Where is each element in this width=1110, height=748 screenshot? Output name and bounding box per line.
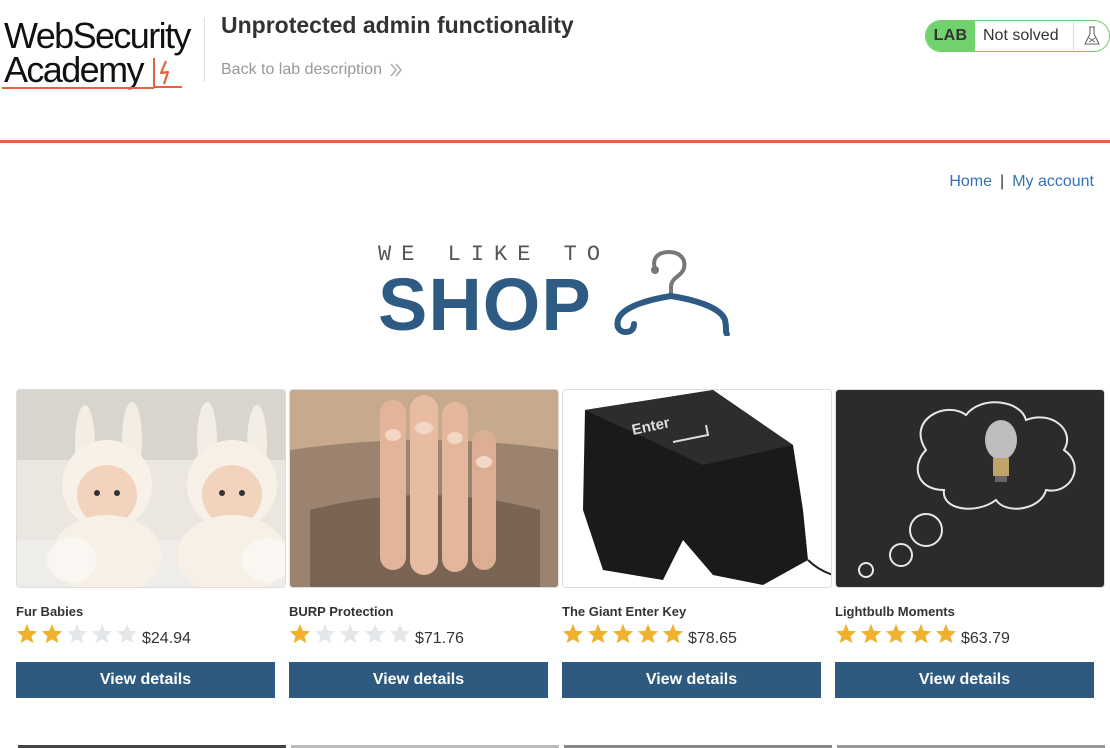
product-card: Lightbulb Moments $63.79 View details [835,389,1105,698]
star-empty-icon [389,623,411,644]
product-name: The Giant Enter Key [562,604,687,619]
product-rating [289,623,411,644]
view-details-button[interactable]: View details [562,662,821,698]
star-empty-icon [66,623,88,644]
star-empty-icon [91,623,113,644]
product-card: BURP Protection $71.76 View details [289,389,559,698]
product-price: $24.94 [142,630,191,647]
nav-separator: | [1000,173,1005,190]
star-empty-icon [339,623,361,644]
product-card: Enter The Giant Enter Key $78.65 View de… [562,389,832,698]
lab-badge: LAB [926,21,975,51]
home-link[interactable]: Home [949,173,992,190]
back-link-label: Back to lab description [221,61,382,78]
academy-logo[interactable]: WebSecurity Academy [2,14,202,94]
product-price: $78.65 [688,630,737,647]
shop-banner: WE LIKE TO SHOP [378,238,738,342]
product-price: $63.79 [961,630,1010,647]
star-empty-icon [116,623,138,644]
star-empty-icon [364,623,386,644]
flask-icon [1073,21,1109,51]
star-filled-icon [662,623,684,644]
star-filled-icon [562,623,584,644]
product-card: Fur Babies $24.94 View details [16,389,286,698]
star-filled-icon [835,623,857,644]
star-filled-icon [885,623,907,644]
product-image-burp-protection [289,389,559,588]
star-filled-icon [16,623,38,644]
my-account-link[interactable]: My account [1012,173,1094,190]
product-rating [16,623,138,644]
header: WebSecurity Academy Unprotected admin fu… [0,0,1110,143]
product-image-lightbulb-moments [835,389,1105,588]
logo-text-line2: Academy [4,49,144,90]
product-name: Fur Babies [16,604,84,619]
lab-status-text: Not solved [983,27,1059,44]
back-to-lab-description-link[interactable]: Back to lab description [221,61,402,79]
header-divider [204,18,205,82]
double-chevron-right-icon [390,63,402,77]
product-rating [562,623,684,644]
view-details-button[interactable]: View details [835,662,1094,698]
star-filled-icon [910,623,932,644]
star-filled-icon [587,623,609,644]
product-image-giant-enter-key: Enter [562,389,832,588]
logo-bolt-icon [153,58,182,88]
lab-status-widget: LAB Not solved [925,20,1110,52]
star-filled-icon [860,623,882,644]
product-name: Lightbulb Moments [835,604,955,619]
product-name: BURP Protection [289,604,394,619]
star-filled-icon [935,623,957,644]
banner-title: SHOP [378,263,592,346]
star-filled-icon [41,623,63,644]
view-details-button[interactable]: View details [289,662,548,698]
star-filled-icon [289,623,311,644]
logo-underline [2,87,154,89]
hanger-icon [614,249,730,336]
star-empty-icon [314,623,336,644]
view-details-button[interactable]: View details [16,662,275,698]
product-image-fur-babies [16,389,286,588]
product-rating [835,623,957,644]
top-nav: Home | My account [949,173,1094,191]
lab-title: Unprotected admin functionality [221,12,574,38]
product-price: $71.76 [415,630,464,647]
star-filled-icon [612,623,634,644]
star-filled-icon [637,623,659,644]
